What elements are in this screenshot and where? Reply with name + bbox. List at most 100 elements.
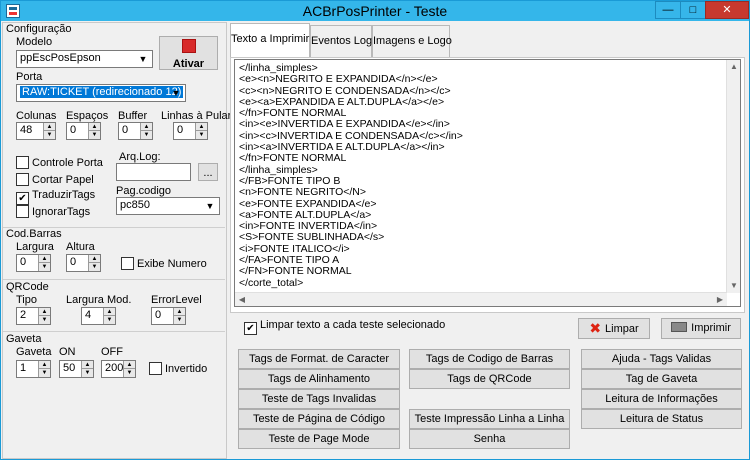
spin-up-icon[interactable]: ▲ bbox=[123, 361, 135, 369]
spin-down-icon[interactable]: ▼ bbox=[103, 316, 115, 324]
checkbox-box bbox=[16, 205, 29, 218]
gaveta-divider bbox=[3, 331, 225, 332]
gaveta-gaveta-spin[interactable]: 1 ▲ ▼ bbox=[16, 360, 51, 378]
imprimir-button[interactable]: Imprimir bbox=[661, 318, 741, 339]
scroll-right-icon[interactable]: ▶ bbox=[713, 293, 727, 307]
spin-up-icon[interactable]: ▲ bbox=[38, 361, 50, 369]
exibe-numero-checkbox[interactable]: Exibe Numero bbox=[121, 257, 207, 270]
teste-tags-invalidas-button[interactable]: Teste de Tags Invalidas bbox=[238, 389, 400, 409]
minimize-button[interactable]: — bbox=[655, 1, 681, 19]
title-bar[interactable]: ACBrPosPrinter - Teste — □ ✕ bbox=[1, 1, 749, 21]
teste-page-mode-button[interactable]: Teste de Page Mode bbox=[238, 429, 400, 449]
codbarras-altura-value: 0 bbox=[70, 256, 77, 268]
spin-up-icon[interactable]: ▲ bbox=[38, 308, 50, 316]
porta-select[interactable]: RAW:TICKET (redirecionado 12) ▼ bbox=[16, 84, 186, 102]
qrcode-section-label: QRCode bbox=[6, 281, 49, 293]
cortar-papel-checkbox[interactable]: Cortar Papel bbox=[16, 173, 94, 186]
chevron-down-icon: ▼ bbox=[205, 201, 215, 211]
horizontal-scrollbar[interactable]: ◀ ▶ bbox=[235, 292, 727, 306]
tags-format-button[interactable]: Tags de Format. de Caracter bbox=[238, 349, 400, 369]
limpar-button[interactable]: ✖ Limpar bbox=[578, 318, 650, 339]
tags-alinhamento-button[interactable]: Tags de Alinhamento bbox=[238, 369, 400, 389]
exibe-numero-label: Exibe Numero bbox=[137, 258, 207, 270]
pagcodigo-select[interactable]: pc850 ▼ bbox=[116, 197, 220, 215]
spin-up-icon[interactable]: ▲ bbox=[88, 255, 100, 263]
gaveta-off-label: OFF bbox=[101, 346, 123, 358]
scroll-up-icon[interactable]: ▲ bbox=[727, 60, 741, 74]
codbarras-largura-label: Largura bbox=[16, 241, 54, 253]
ajuda-tags-button[interactable]: Ajuda - Tags Validas bbox=[581, 349, 742, 369]
tags-qrcode-button[interactable]: Tags de QRCode bbox=[409, 369, 570, 389]
spin-down-icon[interactable]: ▼ bbox=[173, 316, 185, 324]
main-window: ACBrPosPrinter - Teste — □ ✕ Configuraçã… bbox=[0, 0, 750, 460]
text-editor[interactable]: </linha_simples> <e><n>NEGRITO E EXPANDID… bbox=[234, 59, 741, 307]
qrcode-error-value: 0 bbox=[155, 309, 162, 321]
leitura-status-button[interactable]: Leitura de Status bbox=[581, 409, 742, 429]
espacos-value: 0 bbox=[70, 124, 77, 136]
spin-down-icon[interactable]: ▼ bbox=[38, 369, 50, 377]
close-button[interactable]: ✕ bbox=[705, 1, 749, 19]
teste-impressao-linha-button[interactable]: Teste Impressão Linha a Linha bbox=[409, 409, 570, 429]
tab-imagens-logo[interactable]: Imagens e Logo bbox=[372, 25, 452, 57]
spin-down-icon[interactable]: ▼ bbox=[88, 263, 100, 271]
tags-codigo-button[interactable]: Tags de Codigo de Barras bbox=[409, 349, 570, 369]
leitura-informacoes-button[interactable]: Leitura de Informações bbox=[581, 389, 742, 409]
spin-down-icon[interactable]: ▼ bbox=[43, 131, 55, 139]
window-title: ACBrPosPrinter - Teste bbox=[302, 3, 448, 19]
spin-up-icon[interactable]: ▲ bbox=[173, 308, 185, 316]
codbarras-largura-spin[interactable]: 0 ▲ ▼ bbox=[16, 254, 51, 272]
maximize-button[interactable]: □ bbox=[680, 1, 706, 19]
editor-line: </fn>FONTE NORMAL bbox=[239, 152, 347, 165]
gaveta-on-spin[interactable]: 50 ▲ ▼ bbox=[59, 360, 94, 378]
buffer-spin[interactable]: 0 ▲ ▼ bbox=[118, 122, 153, 140]
qrcode-tipo-spin[interactable]: 2 ▲ ▼ bbox=[16, 307, 51, 325]
spin-up-icon[interactable]: ▲ bbox=[43, 123, 55, 131]
limpar-texto-checkbox[interactable]: ✔ Limpar texto a cada teste selecionado bbox=[244, 319, 445, 335]
spin-up-icon[interactable]: ▲ bbox=[195, 123, 207, 131]
invertido-checkbox[interactable]: Invertido bbox=[149, 362, 207, 375]
spin-down-icon[interactable]: ▼ bbox=[140, 131, 152, 139]
ignorar-tags-checkbox[interactable]: IgnorarTags bbox=[16, 205, 90, 218]
qrcode-largura-label: Largura Mod. bbox=[66, 294, 132, 306]
tag-gaveta-button[interactable]: Tag de Gaveta bbox=[581, 369, 742, 389]
limpar-label: Limpar bbox=[605, 323, 639, 335]
arqlog-input[interactable] bbox=[116, 163, 191, 181]
spin-down-icon[interactable]: ▼ bbox=[88, 131, 100, 139]
traduzir-tags-checkbox[interactable]: ✔ TraduzirTags bbox=[16, 189, 95, 205]
spin-up-icon[interactable]: ▲ bbox=[38, 255, 50, 263]
espacos-spin[interactable]: 0 ▲ ▼ bbox=[66, 122, 101, 140]
spin-down-icon[interactable]: ▼ bbox=[123, 369, 135, 377]
checkbox-box bbox=[16, 156, 29, 169]
clear-icon: ✖ bbox=[589, 320, 602, 336]
ativar-button[interactable]: Ativar bbox=[159, 36, 218, 70]
senha-button[interactable]: Senha bbox=[409, 429, 570, 449]
codbarras-altura-spin[interactable]: 0 ▲ ▼ bbox=[66, 254, 101, 272]
controle-porta-checkbox[interactable]: Controle Porta bbox=[16, 156, 103, 169]
spin-up-icon[interactable]: ▲ bbox=[140, 123, 152, 131]
vertical-scrollbar[interactable]: ▲ ▼ bbox=[726, 60, 740, 293]
modelo-label: Modelo bbox=[16, 36, 53, 48]
tab-texto-imprimir[interactable]: Texto a Imprimir bbox=[230, 23, 310, 57]
spin-up-icon[interactable]: ▲ bbox=[81, 361, 93, 369]
browse-button[interactable]: ... bbox=[198, 163, 218, 181]
scroll-down-icon[interactable]: ▼ bbox=[727, 279, 741, 293]
modelo-select[interactable]: ppEscPosEpson ▼ bbox=[16, 50, 153, 68]
tab-eventos-log[interactable]: Eventos Log bbox=[310, 25, 372, 57]
editor-text[interactable]: </linha_simples> <e><n>NEGRITO E EXPANDID… bbox=[239, 62, 724, 289]
editor-line: <n>FONTE NEGRITO</N> bbox=[239, 186, 367, 199]
colunas-spin[interactable]: 48 ▲ ▼ bbox=[16, 122, 56, 140]
spin-up-icon[interactable]: ▲ bbox=[88, 123, 100, 131]
ignorar-tags-label: IgnorarTags bbox=[32, 206, 91, 218]
spin-down-icon[interactable]: ▼ bbox=[38, 263, 50, 271]
qrcode-largura-spin[interactable]: 4 ▲ ▼ bbox=[81, 307, 116, 325]
qrcode-divider bbox=[3, 279, 225, 280]
qrcode-error-spin[interactable]: 0 ▲ ▼ bbox=[151, 307, 186, 325]
gaveta-off-spin[interactable]: 200 ▲ ▼ bbox=[101, 360, 136, 378]
scroll-left-icon[interactable]: ◀ bbox=[235, 293, 249, 307]
spin-down-icon[interactable]: ▼ bbox=[81, 369, 93, 377]
teste-pagina-codigo-button[interactable]: Teste de Página de Código bbox=[238, 409, 400, 429]
spin-up-icon[interactable]: ▲ bbox=[103, 308, 115, 316]
spin-down-icon[interactable]: ▼ bbox=[38, 316, 50, 324]
linhas-spin[interactable]: 0 ▲ ▼ bbox=[173, 122, 208, 140]
spin-down-icon[interactable]: ▼ bbox=[195, 131, 207, 139]
